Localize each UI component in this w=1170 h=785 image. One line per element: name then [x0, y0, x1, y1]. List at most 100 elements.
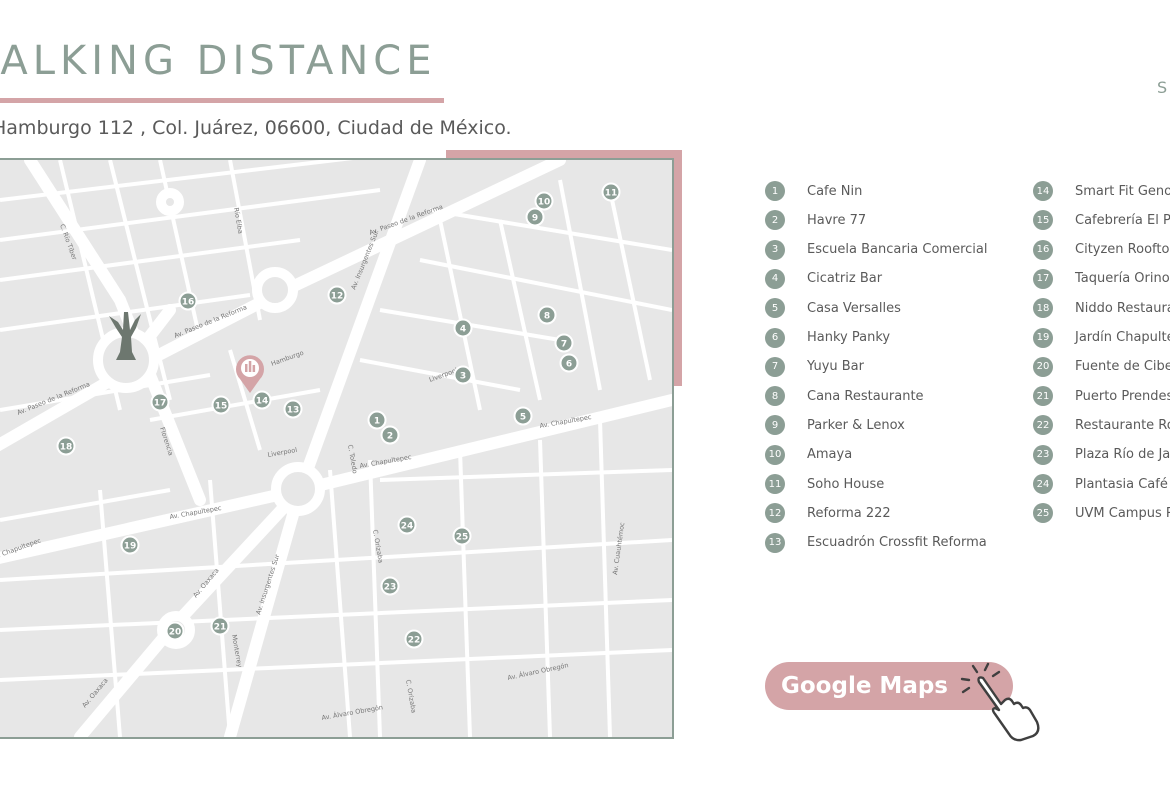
map-marker[interactable]: 17: [150, 392, 170, 412]
map-marker[interactable]: 6: [559, 353, 579, 373]
legend-number-badge: 8: [765, 386, 785, 407]
legend-label: Cafebrería El Pé: [1075, 212, 1170, 228]
legend-item: 13 Escuadrón Crossfit Reforma: [765, 532, 987, 554]
legend-item: 4 Cicatriz Bar: [765, 268, 882, 290]
map[interactable]: C. Río Tíber Río Elba Av. Paseo de la Refo…: [0, 158, 674, 739]
map-marker-number: 2: [387, 432, 393, 442]
legend-label: Puerto Prendes: [1075, 388, 1170, 404]
map-marker[interactable]: 25: [452, 526, 472, 546]
legend-label: Taquería Orinoc: [1075, 271, 1170, 287]
address-text: Hamburgo 112 , Col. Juárez, 06600, Ciuda…: [0, 117, 512, 139]
map-marker-number: 1: [374, 417, 380, 427]
map-marker[interactable]: 19: [120, 535, 140, 555]
legend-item: 1 Cafe Nin: [765, 180, 862, 202]
map-marker[interactable]: 8: [537, 305, 557, 325]
map-marker[interactable]: 14: [252, 390, 272, 410]
legend-item: 23 Plaza Río de Jan: [1033, 444, 1170, 466]
legend-item: 16 Cityzen Rooftop: [1033, 239, 1170, 261]
legend-number-badge: 22: [1033, 415, 1053, 436]
map-marker-number: 7: [561, 340, 567, 350]
map-marker[interactable]: 9: [525, 207, 545, 227]
map-marker[interactable]: 18: [56, 436, 76, 456]
map-marker-number: 17: [154, 399, 167, 409]
legend-label: Cityzen Rooftop: [1075, 242, 1170, 258]
legend-item: 22 Restaurante Ros: [1033, 414, 1170, 436]
legend-label: Escuela Bancaria Comercial: [807, 242, 988, 258]
legend-item: 12 Reforma 222: [765, 502, 891, 524]
map-marker-number: 12: [331, 292, 344, 302]
map-marker[interactable]: 2: [380, 425, 400, 445]
map-marker[interactable]: 4: [453, 318, 473, 338]
legend-label: Restaurante Ros: [1075, 417, 1170, 433]
map-marker[interactable]: 20: [165, 621, 185, 641]
legend-label: Havre 77: [807, 212, 867, 228]
legend-item: 15 Cafebrería El Pé: [1033, 209, 1170, 231]
map-marker[interactable]: 22: [404, 629, 424, 649]
legend-item: 21 Puerto Prendes: [1033, 385, 1170, 407]
legend-label: Casa Versalles: [807, 300, 901, 316]
legend-item: 2 Havre 77: [765, 209, 866, 231]
legend-item: 19 Jardín Chapulte: [1033, 327, 1170, 349]
legend-label: Smart Fit Genov: [1075, 183, 1170, 199]
map-marker-number: 6: [566, 360, 572, 370]
map-marker[interactable]: 13: [283, 399, 303, 419]
legend-label: Fuente de Cibele: [1075, 359, 1170, 375]
legend-number-badge: 3: [765, 239, 785, 260]
legend-item: 9 Parker & Lenox: [765, 414, 905, 436]
map-marker-number: 18: [60, 443, 73, 453]
legend-label: Cana Restaurante: [807, 388, 924, 404]
legend-label: UVM Campus Ro: [1075, 505, 1170, 521]
legend-label: Cicatriz Bar: [807, 271, 883, 287]
map-marker-number: 19: [124, 542, 137, 552]
legend-label: Escuadrón Crossfit Reforma: [807, 535, 987, 551]
map-marker-number: 23: [384, 583, 397, 593]
legend-number-badge: 11: [765, 474, 785, 494]
legend-number-badge: 1: [765, 181, 785, 201]
map-marker-number: 5: [520, 413, 526, 423]
map-marker[interactable]: 11: [601, 182, 621, 202]
page-title: WALKING DISTANCE: [0, 38, 437, 84]
legend-number-badge: 24: [1033, 474, 1053, 494]
map-marker[interactable]: 1: [367, 410, 387, 430]
legend-item: 10 Amaya: [765, 444, 852, 466]
legend-item: 3 Escuela Bancaria Comercial: [765, 239, 987, 261]
legend-number-badge: 21: [1033, 386, 1053, 407]
title-underline: [0, 98, 444, 103]
legend-label: Niddo Restaurar: [1075, 300, 1170, 316]
map-marker[interactable]: 7: [554, 333, 574, 353]
legend-item: 17 Taquería Orinoc: [1033, 268, 1170, 290]
map-marker-number: 3: [460, 372, 466, 382]
pointing-hand-icon: [960, 662, 1040, 742]
legend-number-badge: 18: [1033, 298, 1053, 319]
legend-number-badge: 13: [765, 532, 785, 553]
map-marker[interactable]: 3: [453, 365, 473, 385]
map-marker-number: 15: [215, 402, 228, 412]
legend-label: Hanky Panky: [807, 330, 891, 345]
legend-number-badge: 19: [1033, 327, 1053, 348]
legend-number-badge: 9: [765, 415, 785, 436]
legend-number-badge: 16: [1033, 239, 1053, 260]
map-marker[interactable]: 21: [210, 616, 230, 636]
legend-label: Amaya: [807, 447, 853, 463]
legend-number-badge: 25: [1033, 503, 1053, 524]
corner-letter: S: [1157, 78, 1168, 97]
legend-label: Parker & Lenox: [807, 417, 905, 433]
map-marker[interactable]: 12: [327, 285, 347, 305]
legend-item: 11 Soho House: [765, 473, 884, 495]
map-marker[interactable]: 16: [178, 291, 198, 311]
map-marker[interactable]: 10: [534, 191, 554, 211]
map-marker[interactable]: 15: [211, 395, 231, 415]
legend-number-badge: 7: [765, 356, 785, 377]
legend-number-badge: 5: [765, 298, 785, 319]
legend-number-badge: 20: [1033, 356, 1053, 377]
legend-number-badge: 6: [765, 327, 785, 348]
map-marker[interactable]: 5: [513, 406, 533, 426]
legend-number-badge: 17: [1033, 268, 1053, 289]
legend-number-badge: 12: [765, 503, 785, 524]
map-canvas: C. Río TíberRío Elba Av. Paseo de la Refo…: [0, 160, 672, 737]
map-marker[interactable]: 24: [397, 515, 417, 535]
legend-item: 5 Casa Versalles: [765, 297, 901, 319]
legend-label: Cafe Nin: [807, 183, 863, 199]
map-marker-number: 22: [408, 636, 421, 646]
map-marker[interactable]: 23: [380, 576, 400, 596]
